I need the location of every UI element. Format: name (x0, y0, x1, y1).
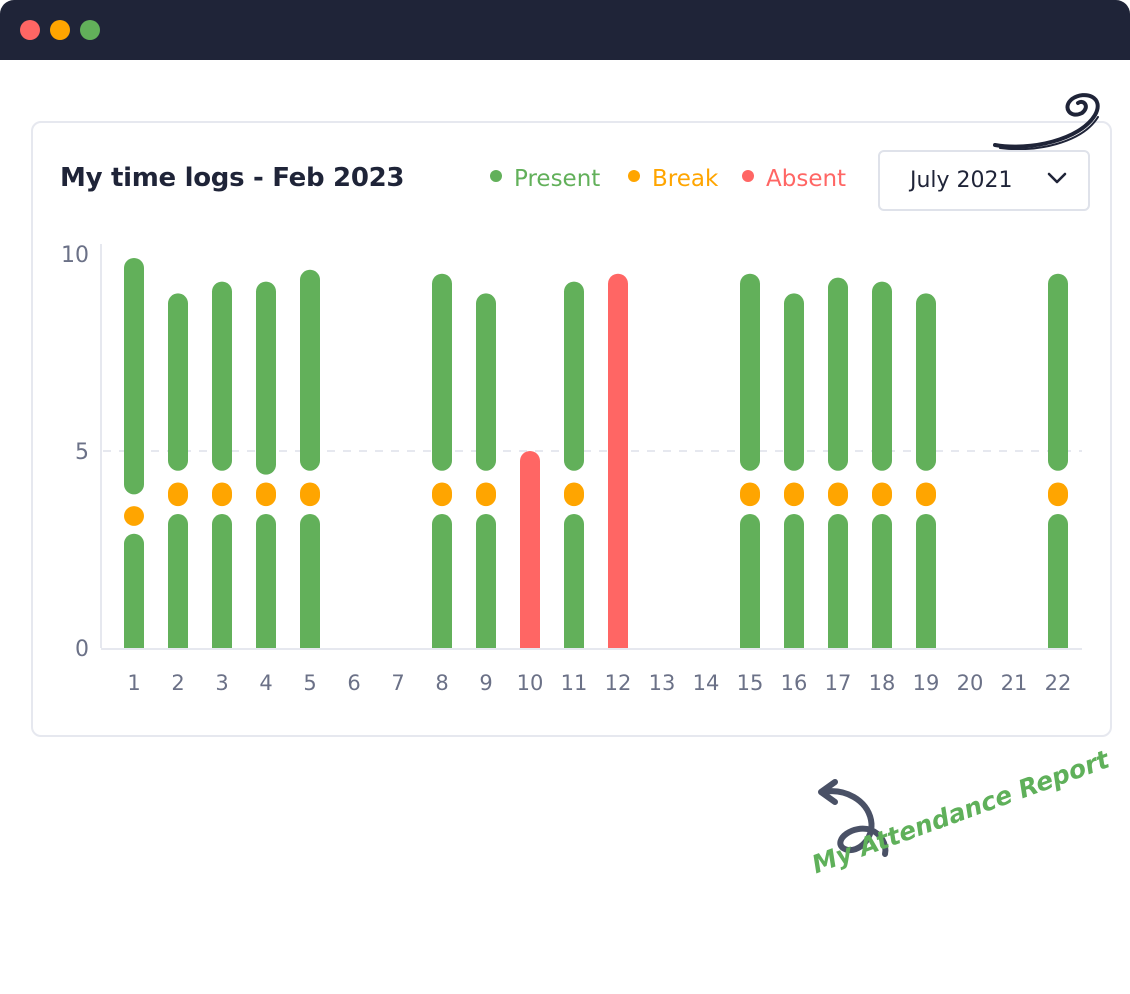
bar-segment-present (212, 514, 232, 648)
bar-segment-present (256, 281, 276, 475)
x-tick-label: 8 (435, 671, 448, 695)
bar-segment-absent (608, 273, 628, 648)
bar-segment-present (784, 514, 804, 648)
bar-segment-present (432, 273, 452, 471)
bar-segment-present (124, 257, 144, 495)
x-tick-label: 4 (259, 671, 272, 695)
y-tick-label: 0 (75, 637, 89, 662)
bar-segment-break (564, 482, 584, 507)
attendance-chart: 05101 2 3 4 5 6 7 8 9 10 11 12 13 14 15 16 17 18 19 20 21 22 (61, 243, 1082, 695)
bar-segment-break (256, 482, 276, 507)
x-tick-label: 1 (127, 671, 140, 695)
x-tick-label: 12 (605, 671, 632, 695)
bar-segment-present (476, 514, 496, 648)
bar-segment-present (740, 273, 760, 471)
x-tick-label: 17 (825, 671, 852, 695)
x-tick-label: 6 (347, 671, 360, 695)
bar-segment-present (1048, 273, 1068, 471)
bar-segment-present (740, 514, 760, 648)
bar-segment-present (300, 269, 320, 471)
bar-segment-break (212, 482, 232, 507)
bar-segment-present (784, 293, 804, 471)
bar-segment-break (740, 482, 760, 507)
bar-segment-break (784, 482, 804, 507)
bar-segment-present (916, 514, 936, 648)
bar-segment-break (1048, 482, 1068, 507)
x-tick-label: 15 (737, 671, 764, 695)
x-tick-label: 18 (869, 671, 896, 695)
bar-segment-present (432, 514, 452, 648)
bar-segment-break (168, 482, 188, 507)
bar-segment-break (124, 506, 144, 526)
x-tick-label: 3 (215, 671, 228, 695)
bar-segment-absent (520, 451, 540, 648)
x-tick-label: 14 (693, 671, 720, 695)
bar-segment-present (828, 277, 848, 471)
bar-segment-present (256, 514, 276, 648)
bar-segment-present (168, 293, 188, 471)
x-tick-label: 13 (649, 671, 676, 695)
x-tick-label: 16 (781, 671, 808, 695)
bar-segment-break (432, 482, 452, 507)
bar-segment-present (476, 293, 496, 471)
bar-segment-present (872, 514, 892, 648)
x-tick-label: 20 (957, 671, 984, 695)
bar-segment-present (124, 533, 144, 648)
y-tick-label: 10 (61, 243, 89, 268)
bar-segment-present (168, 514, 188, 648)
bar-segment-break (916, 482, 936, 507)
bar-segment-present (564, 281, 584, 471)
x-tick-label: 2 (171, 671, 184, 695)
x-tick-label: 22 (1045, 671, 1072, 695)
bar-segment-present (564, 514, 584, 648)
bar-segment-present (916, 293, 936, 471)
bar-segment-present (828, 514, 848, 648)
bar-segment-break (300, 482, 320, 507)
x-tick-label: 5 (303, 671, 316, 695)
x-tick-label: 10 (517, 671, 544, 695)
bar-segment-break (476, 482, 496, 507)
bar-segment-present (872, 281, 892, 471)
x-tick-label: 21 (1001, 671, 1028, 695)
x-tick-label: 9 (479, 671, 492, 695)
bar-segment-break (828, 482, 848, 507)
bar-segment-present (300, 514, 320, 648)
x-tick-label: 7 (391, 671, 404, 695)
y-tick-label: 5 (75, 440, 89, 465)
x-tick-label: 11 (561, 671, 588, 695)
bar-segment-present (1048, 514, 1068, 648)
bar-segment-break (872, 482, 892, 507)
x-tick-label: 19 (913, 671, 940, 695)
bar-segment-present (212, 281, 232, 471)
